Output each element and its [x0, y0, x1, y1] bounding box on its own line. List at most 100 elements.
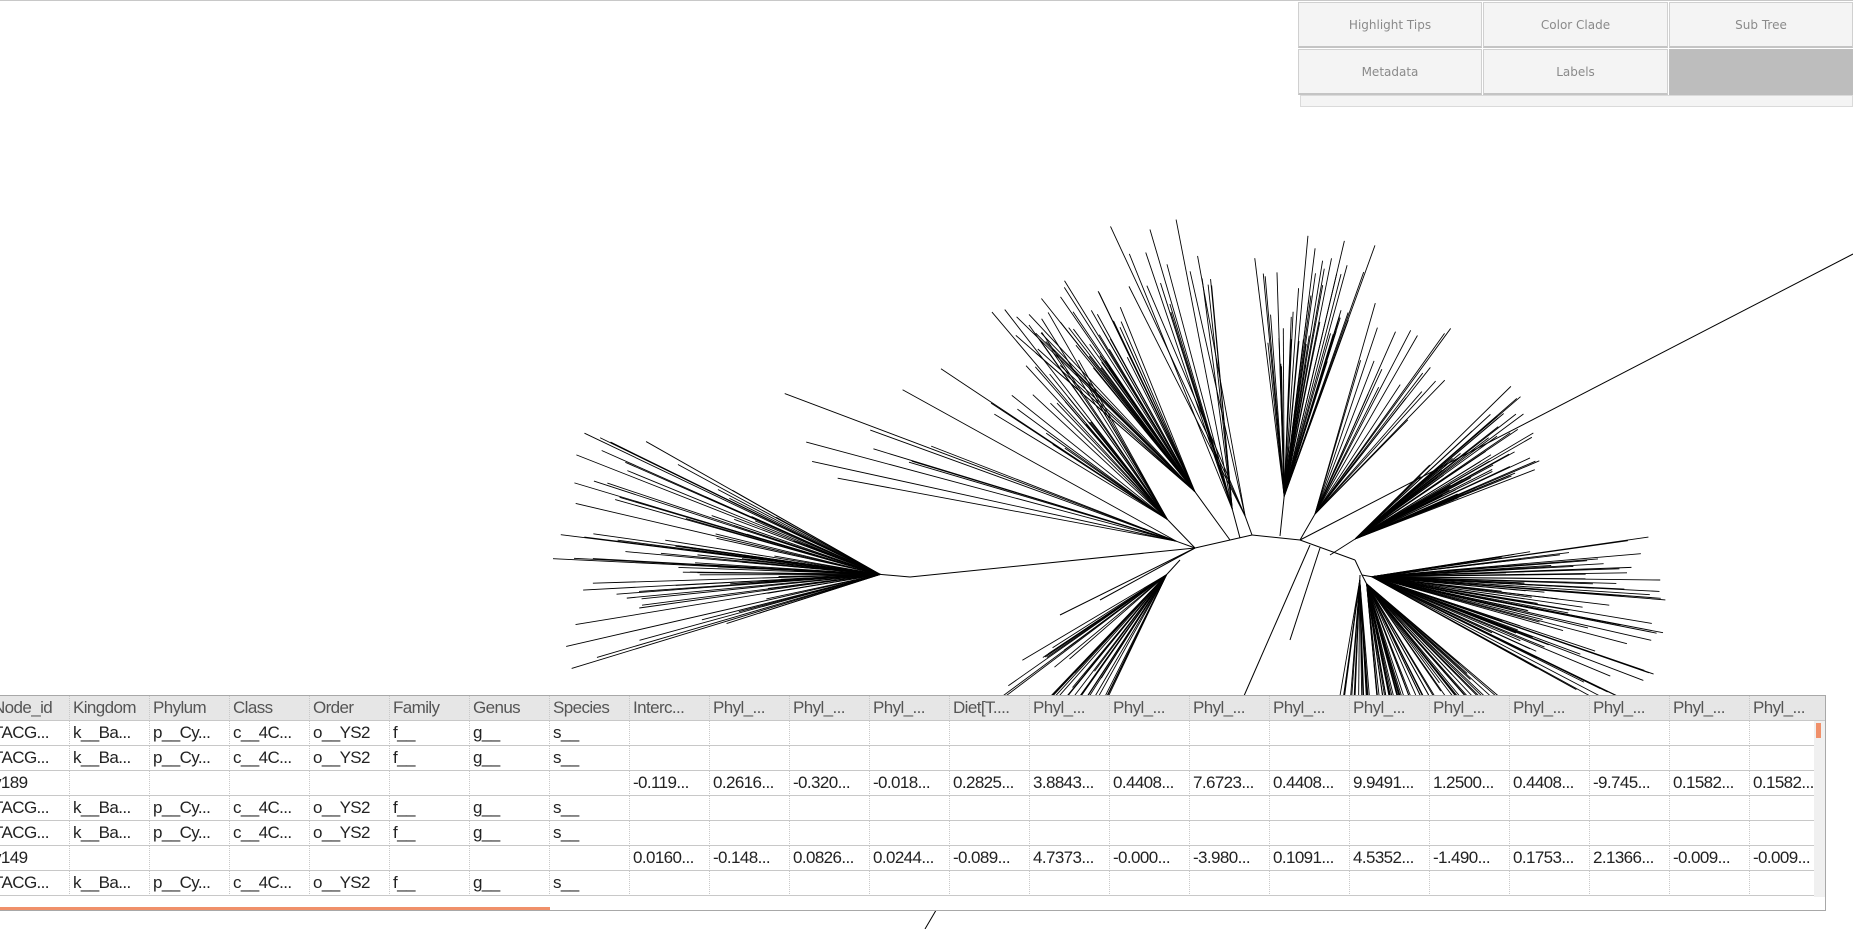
table-cell[interactable]: g__	[470, 721, 550, 746]
table-cell[interactable]: 4.5352...	[1350, 846, 1430, 871]
table-cell[interactable]	[1510, 746, 1590, 771]
table-cell[interactable]: 0.2825...	[950, 771, 1030, 796]
table-cell[interactable]	[1430, 746, 1510, 771]
table-cell[interactable]	[1270, 721, 1350, 746]
table-cell[interactable]: 0.1753...	[1510, 846, 1590, 871]
column-header[interactable]: Phylum	[150, 696, 230, 721]
table-cell[interactable]: o__YS2	[310, 871, 390, 896]
table-cell[interactable]	[630, 721, 710, 746]
table-cell[interactable]	[150, 771, 230, 796]
table-cell[interactable]: f__	[390, 721, 470, 746]
table-cell[interactable]	[1030, 721, 1110, 746]
column-header[interactable]: Phyl_...	[710, 696, 790, 721]
table-cell[interactable]	[630, 871, 710, 896]
table-cell[interactable]	[710, 746, 790, 771]
table-row[interactable]: TACG...k__Ba...p__Cy...c__4C...o__YS2f__…	[0, 821, 1825, 846]
table-cell[interactable]	[1270, 871, 1350, 896]
column-header[interactable]: Phyl_...	[870, 696, 950, 721]
table-cell[interactable]: 0.4408...	[1270, 771, 1350, 796]
table-cell[interactable]: 0.4408...	[1510, 771, 1590, 796]
table-cell[interactable]	[230, 846, 310, 871]
table-cell[interactable]	[1510, 721, 1590, 746]
table-cell[interactable]	[70, 771, 150, 796]
column-header[interactable]: Class	[230, 696, 310, 721]
table-cell[interactable]	[1350, 721, 1430, 746]
table-header[interactable]: Node_idKingdomPhylumClassOrderFamilyGenu…	[0, 696, 1825, 721]
table-cell[interactable]	[550, 771, 630, 796]
table-cell[interactable]: 0.1582...	[1670, 771, 1750, 796]
table-cell[interactable]	[1350, 821, 1430, 846]
column-header[interactable]: Phyl_...	[1350, 696, 1430, 721]
table-cell[interactable]: s__	[550, 721, 630, 746]
table-cell[interactable]	[550, 846, 630, 871]
color-clade-button[interactable]: Color Clade	[1483, 2, 1668, 48]
table-cell[interactable]: TACG...	[0, 721, 70, 746]
table-cell[interactable]	[870, 721, 950, 746]
table-cell[interactable]: g__	[470, 746, 550, 771]
column-header[interactable]: Kingdom	[70, 696, 150, 721]
table-cell[interactable]: c__4C...	[230, 821, 310, 846]
table-cell[interactable]	[870, 871, 950, 896]
table-cell[interactable]: 0.0244...	[870, 846, 950, 871]
table-cell[interactable]: o__YS2	[310, 796, 390, 821]
table-cell[interactable]: k__Ba...	[70, 821, 150, 846]
table-cell[interactable]	[470, 846, 550, 871]
table-cell[interactable]: 7.6723...	[1190, 771, 1270, 796]
table-cell[interactable]: 9.9491...	[1350, 771, 1430, 796]
table-cell[interactable]	[1030, 746, 1110, 771]
table-cell[interactable]	[1350, 746, 1430, 771]
table-cell[interactable]	[870, 821, 950, 846]
table-cell[interactable]	[70, 846, 150, 871]
table-cell[interactable]: o__YS2	[310, 746, 390, 771]
table-cell[interactable]	[710, 821, 790, 846]
table-cell[interactable]: TACG...	[0, 871, 70, 896]
table-cell[interactable]	[1430, 721, 1510, 746]
table-cell[interactable]	[1670, 796, 1750, 821]
table-cell[interactable]: s__	[550, 821, 630, 846]
table-cell[interactable]	[950, 746, 1030, 771]
table-cell[interactable]: k__Ba...	[70, 871, 150, 896]
table-cell[interactable]: c__4C...	[230, 746, 310, 771]
vertical-scrollbar[interactable]	[1814, 721, 1825, 897]
table-cell[interactable]	[1190, 871, 1270, 896]
table-cell[interactable]	[950, 721, 1030, 746]
table-cell[interactable]: TACG...	[0, 821, 70, 846]
table-cell[interactable]	[1110, 746, 1190, 771]
table-cell[interactable]: 4.7373...	[1030, 846, 1110, 871]
table-cell[interactable]: TACG...	[0, 796, 70, 821]
table-cell[interactable]	[230, 771, 310, 796]
horizontal-scrollbar[interactable]	[0, 897, 1814, 910]
table-cell[interactable]	[790, 796, 870, 821]
table-cell[interactable]: s__	[550, 746, 630, 771]
table-cell[interactable]	[1030, 821, 1110, 846]
table-cell[interactable]	[1590, 821, 1670, 846]
table-row[interactable]: TACG...k__Ba...p__Cy...c__4C...o__YS2f__…	[0, 871, 1825, 896]
column-header[interactable]: Phyl_...	[1270, 696, 1350, 721]
table-cell[interactable]	[630, 796, 710, 821]
column-header[interactable]: Phyl_...	[1190, 696, 1270, 721]
table-cell[interactable]: 0.0826...	[790, 846, 870, 871]
table-cell[interactable]: 1.2500...	[1430, 771, 1510, 796]
table-cell[interactable]: -0.089...	[950, 846, 1030, 871]
table-cell[interactable]: p__Cy...	[150, 871, 230, 896]
column-header[interactable]: Phyl_...	[1510, 696, 1590, 721]
sub-tree-button[interactable]: Sub Tree	[1669, 2, 1853, 48]
table-cell[interactable]	[1590, 746, 1670, 771]
table-cell[interactable]	[950, 821, 1030, 846]
table-cell[interactable]	[1110, 796, 1190, 821]
table-cell[interactable]	[1670, 871, 1750, 896]
table-cell[interactable]	[1510, 796, 1590, 821]
table-cell[interactable]: k__Ba...	[70, 796, 150, 821]
column-header[interactable]: Phyl_...	[1670, 696, 1750, 721]
column-header[interactable]: Species	[550, 696, 630, 721]
table-cell[interactable]	[1510, 821, 1590, 846]
table-cell[interactable]: -0.018...	[870, 771, 950, 796]
table-cell[interactable]: 0.4408...	[1110, 771, 1190, 796]
table-cell[interactable]: f__	[390, 871, 470, 896]
table-cell[interactable]: TACG...	[0, 746, 70, 771]
table-cell[interactable]	[790, 721, 870, 746]
table-cell[interactable]	[1430, 871, 1510, 896]
column-header[interactable]: Genus	[470, 696, 550, 721]
column-header[interactable]: Node_id	[0, 696, 70, 721]
table-cell[interactable]	[1190, 796, 1270, 821]
